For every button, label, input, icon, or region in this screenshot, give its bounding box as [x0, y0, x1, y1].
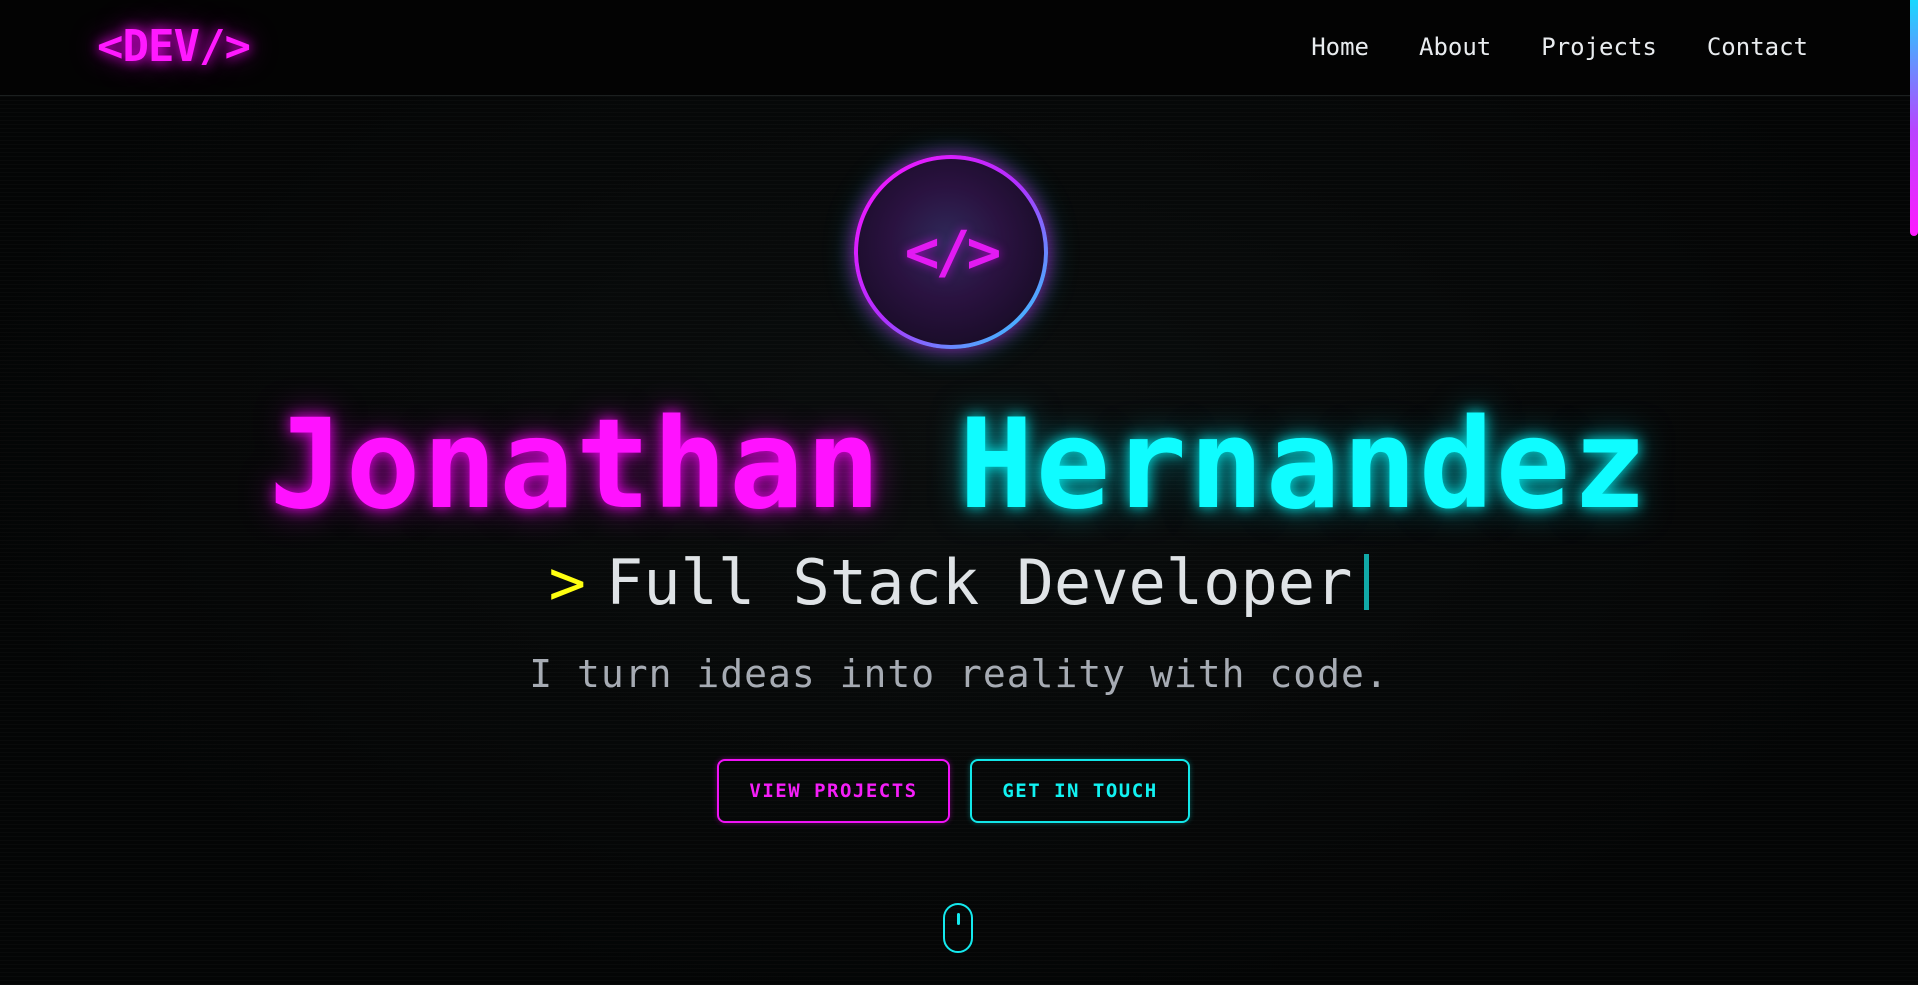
cta-group: VIEW PROJECTS GET IN TOUCH [717, 759, 1190, 823]
code-brackets-icon: </> [904, 218, 1002, 286]
hero-first-name: Jonathan [269, 393, 883, 537]
navbar: <DEV/> Home About Projects Contact [0, 0, 1918, 96]
role-text: Full Stack Developer [605, 546, 1353, 619]
mouse-scroll-icon[interactable] [943, 903, 973, 953]
avatar-inner: </> [858, 159, 1044, 345]
site-logo[interactable]: <DEV/> [97, 20, 251, 74]
hero-tagline: I turn ideas into reality with code. [529, 652, 1389, 696]
hero-role: > Full Stack Developer [0, 547, 1918, 619]
hero-name: Jonathan Hernandez [0, 395, 1918, 535]
nav-link-projects[interactable]: Projects [1541, 31, 1657, 63]
mouse-wheel [957, 913, 960, 925]
avatar: </> [854, 155, 1048, 349]
prompt-chevron: > [548, 546, 586, 619]
nav-link-about[interactable]: About [1419, 31, 1491, 63]
page-scroll-indicator[interactable] [1910, 0, 1918, 236]
nav-link-contact[interactable]: Contact [1707, 31, 1808, 63]
view-projects-button[interactable]: VIEW PROJECTS [717, 759, 950, 823]
get-in-touch-button[interactable]: GET IN TOUCH [970, 759, 1190, 823]
hero-last-name: Hernandez [959, 393, 1649, 537]
nav-links: Home About Projects Contact [1311, 31, 1808, 63]
typing-cursor [1364, 554, 1370, 610]
nav-link-home[interactable]: Home [1311, 31, 1369, 63]
